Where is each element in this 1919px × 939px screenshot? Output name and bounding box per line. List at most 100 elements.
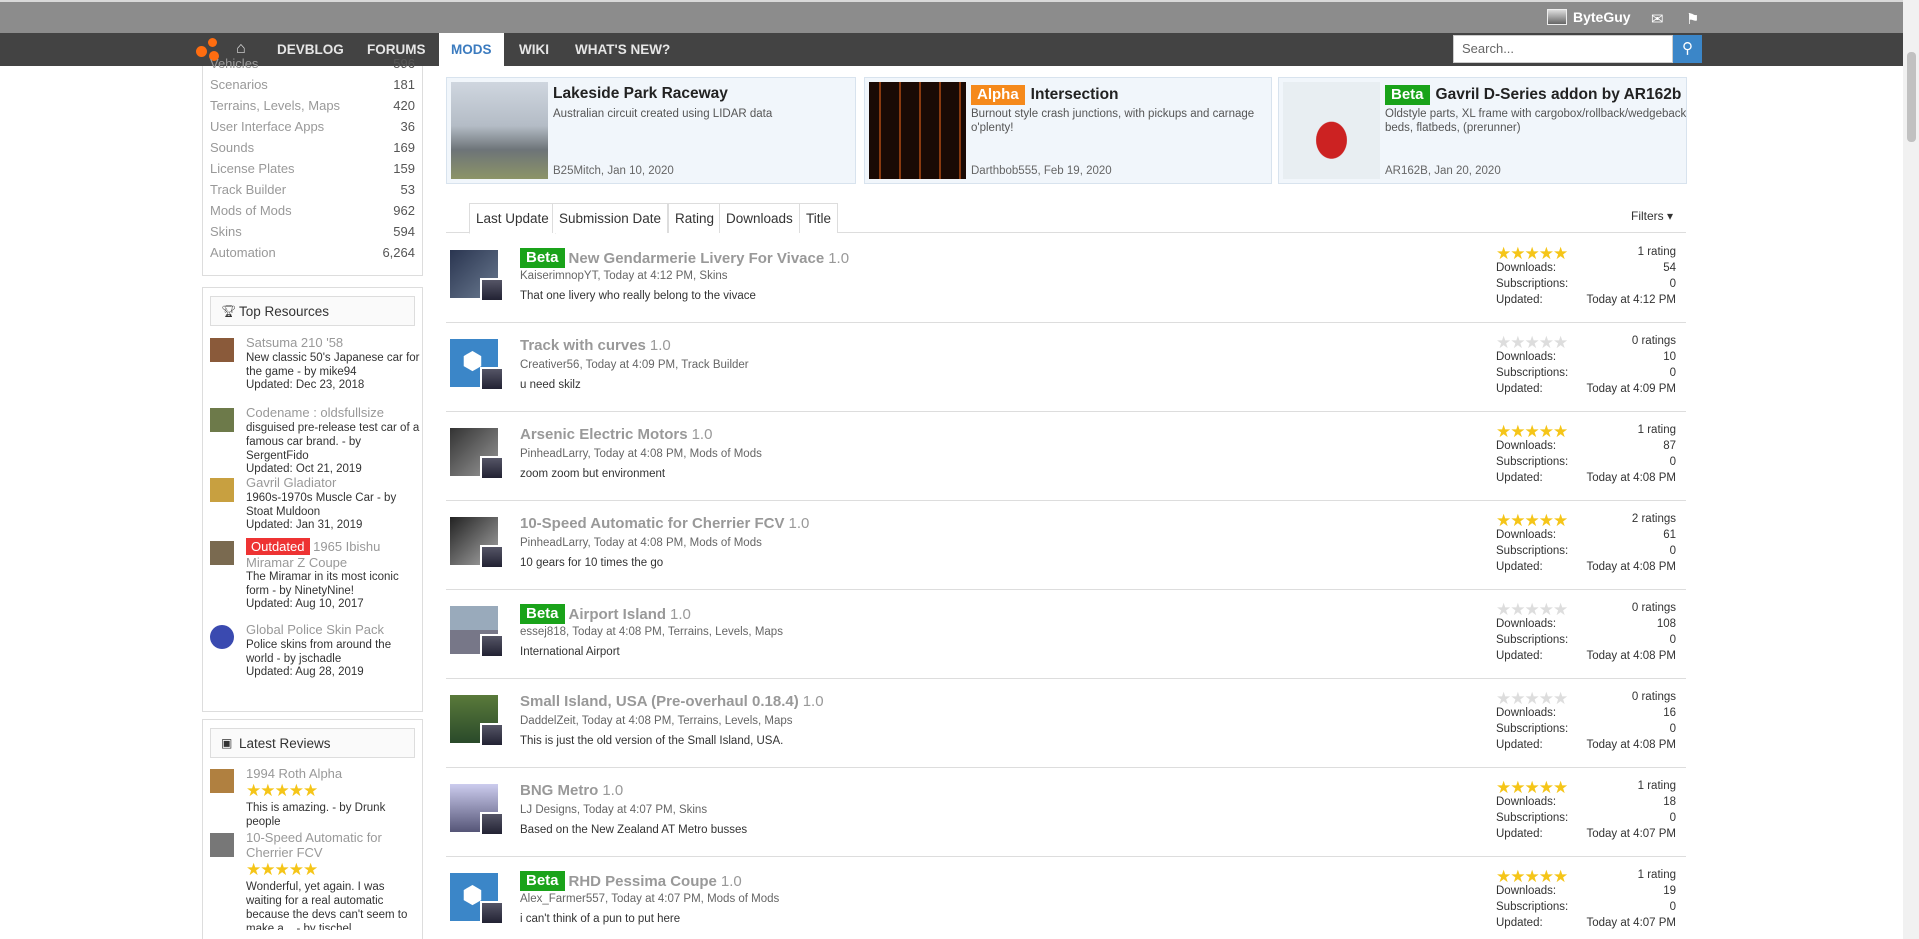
resource-row[interactable]: Arsenic Electric Motors 1.0 PinheadLarry, … [446, 412, 1686, 501]
resource-title[interactable]: Track with curves 1.0 [520, 337, 671, 354]
resource-row[interactable]: ⬢ Beta RHD Pessima Coupe 1.0 Alex_Farmer557,… [446, 857, 1686, 939]
review-thumbnail [210, 833, 234, 857]
author-avatar[interactable] [480, 456, 504, 480]
stat-label: Subscriptions: [1496, 456, 1569, 468]
stat-subscriptions: 0 [1669, 367, 1676, 379]
stat-label: Updated: [1496, 472, 1543, 484]
tab-downloads[interactable]: Downloads [719, 203, 800, 233]
category-item[interactable]: Vehicles 596 [210, 56, 415, 77]
rating-count: 2 ratings [1631, 513, 1676, 525]
latest-reviews-header: ▣ Latest Reviews [210, 728, 415, 758]
resource-title-text: Arsenic Electric Motors [520, 426, 688, 443]
stat-label: Updated: [1496, 650, 1543, 662]
category-item[interactable]: Automation 6,264 [210, 245, 415, 266]
resource-desc: That one livery who really belong to the… [520, 290, 756, 302]
resource-row[interactable]: Beta Airport Island 1.0 essej818, Today at … [446, 590, 1686, 679]
featured-image [451, 82, 548, 179]
category-name: Scenarios [210, 77, 268, 92]
featured-meta: Darthbob555, Feb 19, 2020 [971, 165, 1112, 177]
stat-label: Subscriptions: [1496, 812, 1569, 824]
resource-row[interactable]: 10-Speed Automatic for Cherrier FCV 1.0 Pi… [446, 501, 1686, 590]
top-resource-updated: Updated: Aug 10, 2017 [246, 598, 364, 610]
user-menu[interactable]: ByteGuy [1547, 9, 1631, 25]
page-scrollbar[interactable] [1903, 0, 1919, 939]
search-icon: ⚲ [1682, 40, 1693, 57]
resource-meta: DaddelZeit, Today at 4:08 PM, Terrains, … [520, 715, 793, 727]
tab-last-update[interactable]: Last Update [469, 203, 556, 234]
stat-subscriptions: 0 [1669, 634, 1676, 646]
resource-title[interactable]: Beta New Gendarmerie Livery For Vivace 1.0 [520, 248, 849, 268]
tab-title[interactable]: Title [799, 203, 839, 233]
resource-row[interactable]: ⬢ Track with curves 1.0 Creativer56, Today … [446, 323, 1686, 412]
resource-title[interactable]: Arsenic Electric Motors 1.0 [520, 426, 712, 443]
rating-count: 1 rating [1637, 246, 1676, 258]
author-avatar[interactable] [480, 901, 504, 925]
featured-desc: Australian circuit created using LIDAR d… [553, 108, 773, 120]
flag-icon[interactable]: ⚑ [1686, 10, 1699, 28]
resource-title[interactable]: BNG Metro 1.0 [520, 782, 623, 799]
top-resource-title-text: Global Police Skin Pack [246, 622, 385, 637]
nav-wiki[interactable]: WIKI [507, 33, 561, 66]
author-avatar[interactable] [480, 545, 504, 569]
author-avatar[interactable] [480, 634, 504, 658]
search-input[interactable]: Search... [1453, 35, 1673, 63]
review-title: 10-Speed Automatic for Cherrier FCV [246, 830, 382, 860]
tab-submission-date[interactable]: Submission Date [552, 203, 669, 233]
rating-stars: ★★★★★ [1496, 333, 1568, 352]
featured-resource-2[interactable]: Alpha Intersection Burnout style crash ju… [864, 77, 1272, 184]
author-avatar[interactable] [480, 278, 504, 302]
featured-title: Beta Gavril D-Series addon by AR162b [1385, 85, 1681, 105]
resource-row[interactable]: Beta New Gendarmerie Livery For Vivace 1.0… [446, 234, 1686, 323]
author-avatar[interactable] [480, 367, 504, 391]
scrollbar-thumb[interactable] [1907, 52, 1916, 142]
category-item[interactable]: Track Builder 53 [210, 182, 415, 203]
category-item[interactable]: Terrains, Levels, Maps 420 [210, 98, 415, 119]
search-button[interactable]: ⚲ [1673, 35, 1702, 63]
stat-subscriptions: 0 [1669, 545, 1676, 557]
featured-resource-1[interactable]: Lakeside Park Raceway Australian circuit… [446, 77, 856, 184]
category-name: Sounds [210, 140, 255, 155]
stat-subscriptions: 0 [1669, 278, 1676, 290]
category-item[interactable]: User Interface Apps 36 [210, 119, 415, 140]
category-item[interactable]: Skins 594 [210, 224, 415, 245]
stat-downloads: 54 [1663, 262, 1676, 274]
resource-title[interactable]: Beta Airport Island 1.0 [520, 604, 691, 624]
resource-title[interactable]: Small Island, USA (Pre-overhaul 0.18.4) 1… [520, 693, 824, 710]
featured-resource-3[interactable]: Beta Gavril D-Series addon by AR162b Olds… [1278, 77, 1687, 184]
resource-version: 1.0 [691, 426, 713, 443]
author-avatar[interactable] [480, 812, 504, 836]
resource-stats: ★★★★★ 2 ratings Downloads: 61 Subscriptions:… [1496, 511, 1676, 577]
tab-rating[interactable]: Rating [668, 203, 722, 233]
resource-version: 1.0 [802, 693, 824, 710]
envelope-icon[interactable]: ✉ [1651, 10, 1664, 28]
nav-whats-new[interactable]: WHAT'S NEW? [563, 33, 682, 66]
top-resource-updated: Updated: Aug 28, 2019 [246, 666, 364, 678]
category-count: 596 [393, 56, 415, 71]
resource-desc: International Airport [520, 646, 620, 658]
filters-menu[interactable]: Filters ▾ [1631, 209, 1673, 223]
category-name: License Plates [210, 161, 295, 176]
category-list: Vehicles 596 Scenarios 181 Terrains, Levels,… [202, 56, 423, 276]
category-item[interactable]: Sounds 169 [210, 140, 415, 161]
stat-downloads: 87 [1663, 440, 1676, 452]
resource-version: 1.0 [788, 515, 810, 532]
category-count: 169 [393, 140, 415, 155]
category-item[interactable]: License Plates 159 [210, 161, 415, 182]
resource-meta: PinheadLarry, Today at 4:08 PM, Mods of … [520, 448, 762, 460]
resource-version: 1.0 [720, 872, 742, 890]
author-avatar[interactable] [480, 723, 504, 747]
resource-thumbnail [210, 478, 234, 502]
featured-desc: Oldstyle parts, XL frame with cargobox/r… [1385, 108, 1687, 134]
nav-mods[interactable]: MODS [439, 33, 504, 66]
resource-title[interactable]: Beta RHD Pessima Coupe 1.0 [520, 871, 742, 891]
resource-row[interactable]: BNG Metro 1.0 LJ Designs, Today at 4:07 PM… [446, 768, 1686, 857]
category-item[interactable]: Mods of Mods 962 [210, 203, 415, 224]
resource-title-text: Track with curves [520, 337, 646, 354]
top-resource-title: Gavril Gladiator [246, 475, 416, 490]
category-item[interactable]: Scenarios 181 [210, 77, 415, 98]
stat-label: Downloads: [1496, 351, 1557, 363]
resource-title[interactable]: 10-Speed Automatic for Cherrier FCV 1.0 [520, 515, 809, 532]
category-count: 181 [393, 77, 415, 92]
rating-stars: ★★★★★ [1496, 244, 1568, 263]
resource-row[interactable]: Small Island, USA (Pre-overhaul 0.18.4) 1… [446, 679, 1686, 768]
